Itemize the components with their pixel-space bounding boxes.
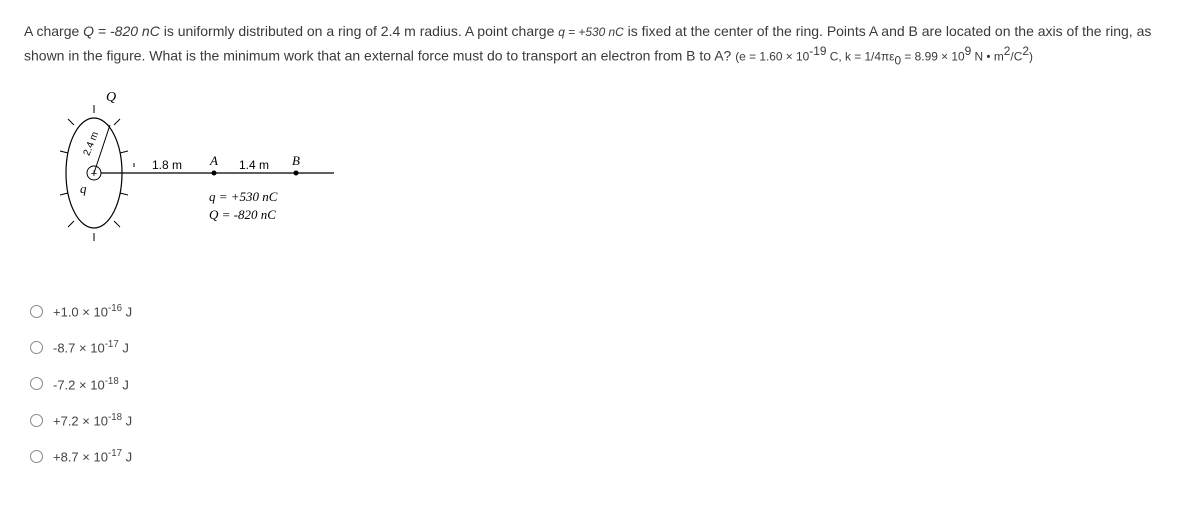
- q-frag: is fixed at the center of the ring. Poin…: [624, 23, 1152, 39]
- radio-icon: [30, 341, 43, 354]
- opt-unit: J: [119, 377, 129, 392]
- opt-exp: -16: [108, 303, 122, 314]
- dist2-label: 1.4 m: [239, 158, 269, 172]
- radio-icon: [30, 305, 43, 318]
- option-a[interactable]: +1.0 × 10-16 J: [30, 303, 1176, 319]
- radio-icon: [30, 414, 43, 427]
- opt-exp: -18: [105, 376, 119, 387]
- q-frag: C, k = 1/4πε: [826, 50, 894, 64]
- opt-exp: -17: [108, 448, 122, 459]
- q-frag: is uniformly distributed on a ring of 2.…: [160, 23, 558, 39]
- opt-pre: -8.7 × 10: [53, 341, 105, 356]
- figure: Q + q 2.4 m 1.8 m A 1.4 m B q = +530 nC …: [34, 83, 354, 263]
- q-big-label: Q: [106, 90, 116, 105]
- figure-svg: Q + q 2.4 m 1.8 m A 1.4 m B q = +530 nC …: [34, 83, 354, 263]
- q-frag: ): [1029, 50, 1033, 64]
- point-b: [294, 170, 299, 175]
- q-frag: (e = 1.60 × 10: [735, 50, 809, 64]
- option-label: -8.7 × 10-17 J: [53, 339, 129, 355]
- eq1: q = +530 nC: [209, 189, 278, 204]
- option-label: +7.2 × 10-18 J: [53, 412, 132, 428]
- q-frag: /C: [1010, 50, 1022, 64]
- q-frag: -19: [809, 44, 826, 58]
- q-frag: q = +530 nC: [558, 25, 623, 39]
- q-small-label: q: [80, 181, 87, 196]
- option-b[interactable]: -8.7 × 10-17 J: [30, 339, 1176, 355]
- opt-exp: -17: [105, 339, 119, 350]
- opt-unit: J: [122, 450, 132, 465]
- answer-options: +1.0 × 10-16 J -8.7 × 10-17 J -7.2 × 10-…: [30, 303, 1176, 465]
- opt-pre: +7.2 × 10: [53, 413, 108, 428]
- point-a: [212, 170, 217, 175]
- radius-label: 2.4 m: [82, 130, 102, 157]
- b-label: B: [292, 153, 300, 168]
- dist1-label: 1.8 m: [152, 158, 182, 172]
- q-frag: Q = -820 nC: [83, 23, 160, 39]
- opt-pre: -7.2 × 10: [53, 377, 105, 392]
- question-text: A charge Q = -820 nC is uniformly distri…: [24, 20, 1176, 71]
- eq2: Q = -820 nC: [209, 207, 276, 222]
- option-d[interactable]: +7.2 × 10-18 J: [30, 412, 1176, 428]
- a-label: A: [209, 153, 218, 168]
- option-label: +1.0 × 10-16 J: [53, 303, 132, 319]
- plus-icon: +: [91, 168, 97, 180]
- opt-unit: J: [122, 304, 132, 319]
- radius-line: [94, 125, 110, 173]
- opt-exp: -18: [108, 412, 122, 423]
- opt-pre: +1.0 × 10: [53, 304, 108, 319]
- opt-unit: J: [122, 413, 132, 428]
- option-c[interactable]: -7.2 × 10-18 J: [30, 376, 1176, 392]
- opt-unit: J: [119, 341, 129, 356]
- option-label: -7.2 × 10-18 J: [53, 376, 129, 392]
- q-frag: N • m: [971, 50, 1004, 64]
- radio-icon: [30, 450, 43, 463]
- q-frag: A charge: [24, 23, 83, 39]
- radio-icon: [30, 377, 43, 390]
- opt-pre: +8.7 × 10: [53, 450, 108, 465]
- q-frag: = 8.99 × 10: [901, 50, 964, 64]
- q-frag: 2: [1022, 44, 1029, 58]
- q-frag: shown in the figure. What is the minimum…: [24, 48, 735, 64]
- option-label: +8.7 × 10-17 J: [53, 448, 132, 464]
- option-e[interactable]: +8.7 × 10-17 J: [30, 448, 1176, 464]
